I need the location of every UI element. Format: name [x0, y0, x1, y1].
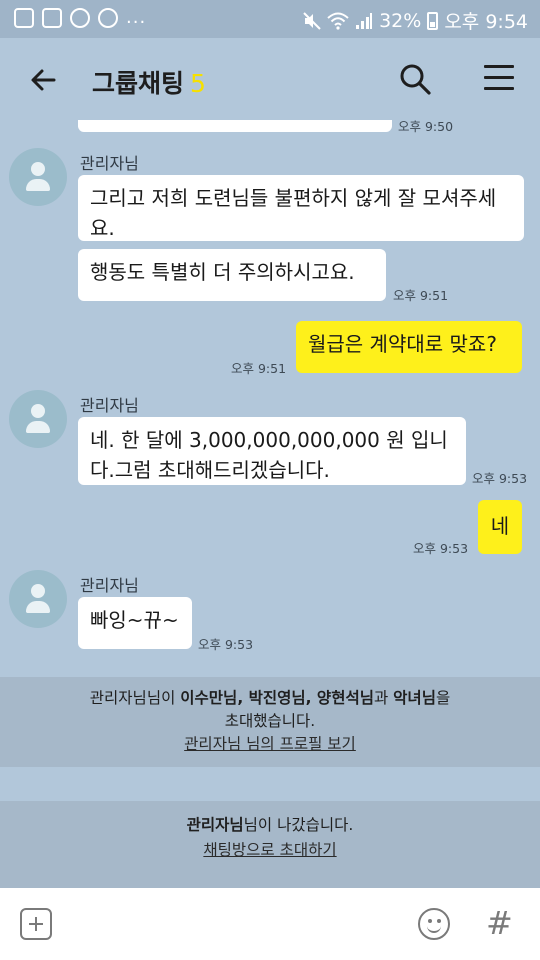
system-notice-invite: 관리자님님이 이수만님, 박진영님, 양현석님과 악녀님을 초대했습니다. 관리… [0, 677, 540, 767]
message-bubble[interactable]: 네. 한 달에 3,000,000,000,000 원 입니다.그럼 초대해드리… [78, 417, 466, 485]
emoji-icon[interactable] [418, 908, 450, 940]
hashtag-icon[interactable]: # [486, 904, 513, 942]
notification-icons: ... [14, 8, 146, 28]
message-bubble-cut[interactable] [78, 120, 392, 132]
chat-title: 그룹채팅 5 [92, 64, 206, 100]
plus-icon[interactable] [20, 908, 52, 940]
my-message-bubble[interactable]: 네 [478, 500, 522, 554]
sender-name: 관리자님 [80, 154, 139, 173]
planet-notification-icon-2 [98, 8, 118, 28]
input-bar: # [0, 888, 540, 960]
mute-icon [303, 11, 321, 30]
my-message-bubble[interactable]: 월급은 계약대로 맞죠? [296, 321, 522, 373]
avatar[interactable] [9, 570, 67, 628]
message-time: 오후 9:53 [472, 471, 528, 486]
search-icon[interactable] [398, 62, 432, 96]
message-time: 오후 9:50 [398, 120, 454, 134]
app-notification-icon [14, 8, 34, 28]
message-bubble[interactable]: 그리고 저희 도련님들 불편하지 않게 잘 모셔주세요. [78, 175, 524, 241]
status-bar: ... 32% 오후 9:54 [0, 0, 540, 38]
sender-name: 관리자님 [80, 396, 139, 415]
gallery-notification-icon [42, 8, 62, 28]
clock: 오후 9:54 [444, 11, 528, 33]
message-time: 오후 9:53 [413, 541, 469, 556]
member-count: 5 [190, 69, 206, 98]
more-notifications-indicator: ... [126, 7, 147, 28]
profile-link[interactable]: 관리자님 님의 프로필 보기 [0, 733, 540, 756]
battery-icon [427, 11, 439, 30]
battery-percent: 32% [379, 9, 422, 32]
message-time: 오후 9:53 [198, 637, 254, 652]
wifi-icon [327, 12, 349, 30]
chat-header: 그룹채팅 5 [0, 38, 540, 120]
system-notice-left: 관리자님님이 나갔습니다. 채팅방으로 초대하기 [0, 801, 540, 888]
message-time: 오후 9:51 [231, 361, 287, 376]
back-arrow-icon[interactable] [24, 60, 64, 100]
avatar[interactable] [9, 390, 67, 448]
sender-name: 관리자님 [80, 576, 139, 595]
invite-to-chat-link[interactable]: 채팅방으로 초대하기 [0, 839, 540, 862]
left-notice-line: 관리자님님이 나갔습니다. [186, 816, 354, 834]
menu-icon[interactable] [484, 65, 514, 93]
avatar[interactable] [9, 148, 67, 206]
chat-area[interactable]: 오후 9:50 관리자님 그리고 저희 도련님들 불편하지 않게 잘 모셔주세요… [0, 120, 540, 888]
status-right: 32% 오후 9:54 [303, 7, 528, 34]
signal-icon [356, 12, 373, 29]
message-bubble[interactable]: 빠잉~뀨~ [78, 597, 192, 649]
message-time: 오후 9:51 [393, 288, 449, 303]
planet-notification-icon [70, 8, 90, 28]
invite-notice-line1: 관리자님님이 이수만님, 박진영님, 양현석님과 악녀님을 [89, 689, 451, 707]
invite-notice-line2: 초대했습니다. [224, 712, 316, 730]
chat-title-text: 그룹채팅 [92, 69, 185, 98]
message-bubble[interactable]: 행동도 특별히 더 주의하시고요. [78, 249, 386, 301]
